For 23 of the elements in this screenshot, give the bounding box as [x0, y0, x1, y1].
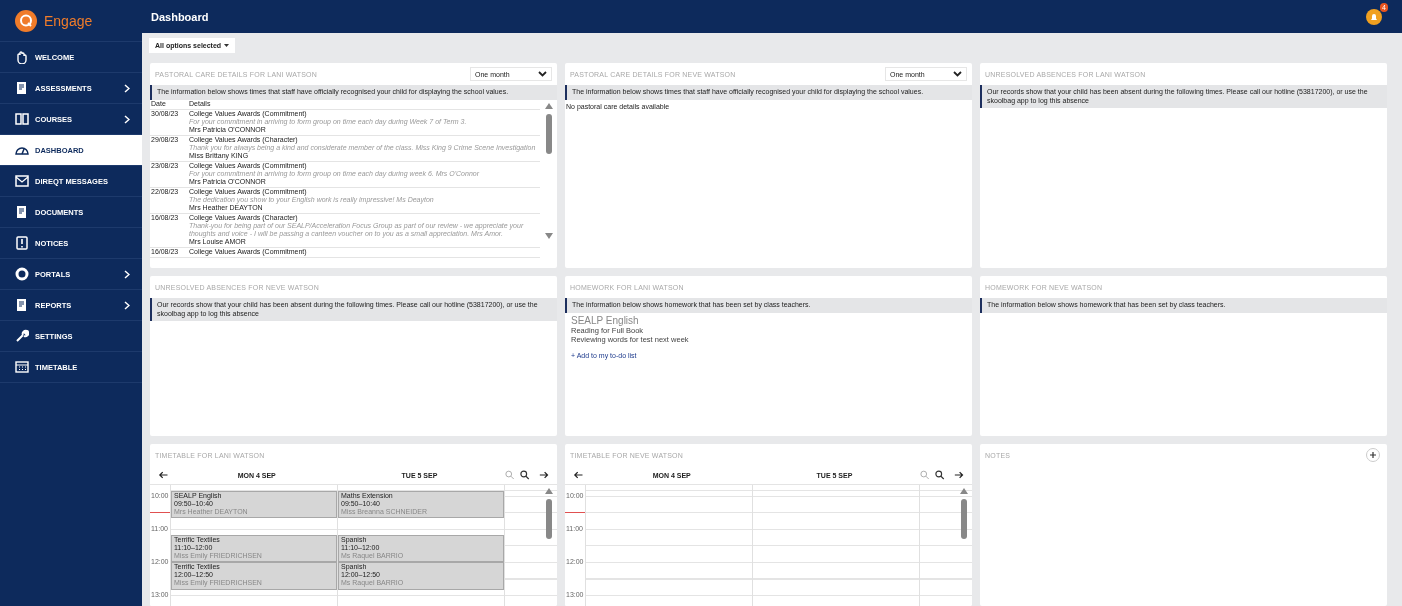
homework-subject: SEALP English: [571, 314, 640, 326]
plus-icon[interactable]: [1366, 448, 1380, 462]
caret-icon: [224, 43, 230, 47]
chevron-down-icon: [538, 71, 547, 77]
document-icon: [15, 81, 29, 95]
envelope-icon: [15, 174, 29, 188]
current-time-line: [565, 512, 585, 513]
ring-icon: [15, 267, 29, 281]
exclamation-icon: [15, 236, 29, 250]
current-time-line: [150, 512, 170, 513]
calendar-icon: [15, 360, 29, 374]
document-icon: [15, 205, 29, 219]
book-icon: [15, 112, 29, 126]
logo-icon: [15, 9, 37, 32]
zoom-in-icon[interactable]: [518, 468, 532, 482]
bell-icon: [1366, 8, 1382, 25]
wrench-icon: [15, 329, 29, 343]
chevron-down-icon: [953, 71, 962, 77]
app-name: Engage: [44, 12, 93, 29]
page-title: Dashboard: [151, 10, 209, 23]
hand-icon: [15, 50, 29, 64]
zoom-in-icon[interactable]: [933, 468, 947, 482]
document-icon: [15, 298, 29, 312]
